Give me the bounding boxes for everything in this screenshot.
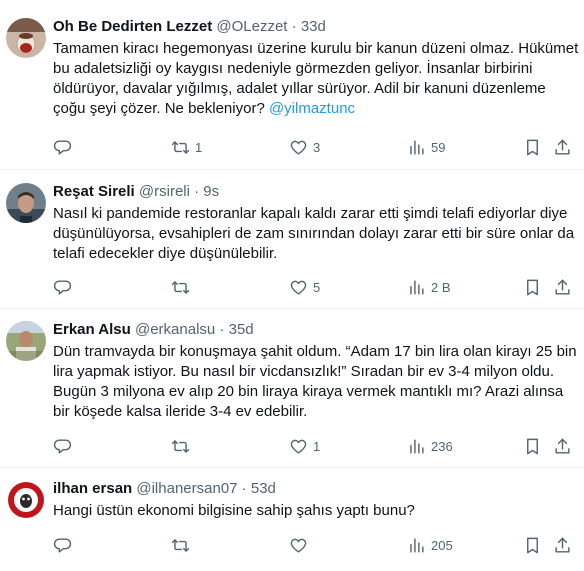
- like-button[interactable]: 5: [289, 276, 320, 298]
- reply-icon: [53, 139, 72, 155]
- reply-button[interactable]: [53, 534, 77, 556]
- like-icon: [290, 538, 307, 553]
- tweet-text: Tamamen kiracı hegemonyası üzerine kurul…: [53, 39, 580, 119]
- bookmark-icon: [527, 139, 538, 155]
- bookmark-icon: [527, 438, 538, 454]
- action-bar: 205: [53, 534, 584, 556]
- retweet-icon: [171, 280, 190, 294]
- reply-icon: [53, 438, 72, 454]
- retweet-button[interactable]: [171, 534, 195, 556]
- retweet-icon: [171, 439, 190, 453]
- tweet[interactable]: Oh Be Dedirten Lezzet @OLezzet · 33d Tam…: [0, 0, 584, 170]
- reply-icon: [53, 537, 72, 553]
- retweet-icon: [171, 140, 190, 154]
- tweet[interactable]: Reşat Sireli @rsireli · 9s Nasıl ki pand…: [0, 170, 584, 309]
- views-button[interactable]: 236: [407, 435, 453, 457]
- timestamp[interactable]: 9s: [203, 183, 219, 200]
- tweet-text: Hangi üstün ekonomi bilgisine sahip şahı…: [53, 502, 415, 519]
- views-icon: [410, 279, 424, 295]
- display-name[interactable]: ilhan ersan: [53, 480, 132, 497]
- bookmark-button[interactable]: [523, 136, 542, 158]
- handle[interactable]: @OLezzet: [216, 18, 287, 35]
- display-name[interactable]: Oh Be Dedirten Lezzet: [53, 18, 212, 35]
- share-icon: [555, 279, 570, 295]
- views-icon: [410, 139, 424, 155]
- handle[interactable]: @rsireli: [139, 183, 190, 200]
- retweet-icon: [171, 538, 190, 552]
- bookmark-icon: [527, 279, 538, 295]
- avatar[interactable]: [6, 480, 46, 520]
- reply-button[interactable]: [53, 276, 77, 298]
- tweet-text: Dün tramvayda bir konuşmaya şahit oldum.…: [53, 343, 577, 420]
- action-bar: 5 2 B: [53, 276, 584, 298]
- like-count: 1: [313, 438, 321, 454]
- retweet-button[interactable]: 1: [171, 136, 202, 158]
- views-count: 2 B: [431, 279, 451, 295]
- display-name[interactable]: Reşat Sireli: [53, 183, 135, 200]
- views-button[interactable]: 205: [407, 534, 453, 556]
- reply-icon: [53, 279, 72, 295]
- like-icon: [290, 140, 307, 155]
- views-count: 205: [431, 537, 453, 553]
- share-icon: [555, 537, 570, 553]
- share-icon: [555, 438, 570, 454]
- mention-link[interactable]: @yilmaztunc: [269, 100, 355, 117]
- reply-feed: Oh Be Dedirten Lezzet @OLezzet · 33d Tam…: [0, 0, 584, 571]
- like-icon: [290, 280, 307, 295]
- views-button[interactable]: 2 B: [407, 276, 451, 298]
- retweet-count: 1: [195, 139, 203, 155]
- views-count: 236: [431, 438, 453, 454]
- retweet-button[interactable]: [171, 276, 195, 298]
- display-name[interactable]: Erkan Alsu: [53, 321, 131, 338]
- like-button[interactable]: 3: [289, 136, 320, 158]
- like-button[interactable]: [289, 534, 313, 556]
- like-button[interactable]: 1: [289, 435, 320, 457]
- tweet-text: Nasıl ki pandemide restoranlar kapalı ka…: [53, 205, 575, 262]
- action-bar: 1 3 59: [53, 136, 584, 158]
- timestamp[interactable]: 35d: [229, 321, 254, 338]
- retweet-button[interactable]: [171, 435, 195, 457]
- like-count: 3: [313, 139, 321, 155]
- views-icon: [410, 438, 424, 454]
- share-icon: [555, 139, 570, 155]
- handle[interactable]: @ilhanersan07: [136, 480, 237, 497]
- share-button[interactable]: [553, 276, 572, 298]
- reply-button[interactable]: [53, 136, 77, 158]
- bookmark-button[interactable]: [523, 534, 542, 556]
- timestamp[interactable]: 53d: [251, 480, 276, 497]
- views-count: 59: [431, 139, 446, 155]
- share-button[interactable]: [553, 435, 572, 457]
- bookmark-icon: [527, 537, 538, 553]
- like-icon: [290, 439, 307, 454]
- bookmark-button[interactable]: [523, 276, 542, 298]
- avatar[interactable]: [6, 321, 46, 361]
- like-count: 5: [313, 279, 321, 295]
- share-button[interactable]: [553, 534, 572, 556]
- tweet[interactable]: Erkan Alsu @erkanalsu · 35d Dün tramvayd…: [0, 309, 584, 468]
- timestamp[interactable]: 33d: [301, 18, 326, 35]
- action-bar: 1 236: [53, 435, 584, 457]
- views-icon: [410, 537, 424, 553]
- avatar[interactable]: [6, 183, 46, 223]
- avatar[interactable]: [6, 18, 46, 58]
- bookmark-button[interactable]: [523, 435, 542, 457]
- views-button[interactable]: 59: [407, 136, 445, 158]
- handle[interactable]: @erkanalsu: [135, 321, 215, 338]
- reply-button[interactable]: [53, 435, 77, 457]
- tweet[interactable]: ilhan ersan @ilhanersan07 · 53d Hangi üs…: [0, 468, 584, 571]
- share-button[interactable]: [553, 136, 572, 158]
